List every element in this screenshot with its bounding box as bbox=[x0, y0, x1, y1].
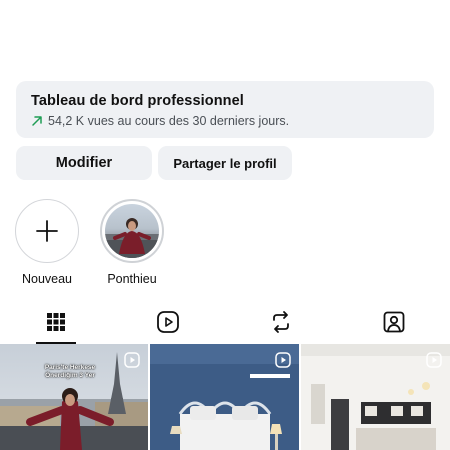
tab-tagged[interactable] bbox=[374, 303, 414, 341]
profile-content-tabs bbox=[0, 303, 450, 344]
post-thumbnail-bedroom[interactable] bbox=[150, 344, 299, 450]
professional-dashboard-card[interactable]: Tableau de bord professionnel 54,2 K vue… bbox=[16, 81, 434, 138]
dashboard-stats: 54,2 K vues au cours des 30 derniers jou… bbox=[31, 114, 419, 128]
highlight-ring[interactable] bbox=[100, 199, 164, 263]
tagged-icon bbox=[383, 311, 405, 333]
edit-profile-button[interactable]: Modifier bbox=[16, 146, 152, 180]
post-thumbnail-apartment[interactable] bbox=[301, 344, 450, 450]
reel-icon bbox=[275, 352, 291, 368]
trend-up-arrow-icon bbox=[31, 115, 43, 127]
reels-icon bbox=[157, 311, 179, 333]
reel-icon bbox=[426, 352, 442, 368]
story-cover-image bbox=[105, 204, 159, 258]
new-highlight-circle[interactable] bbox=[15, 199, 79, 263]
dashboard-title: Tableau de bord professionnel bbox=[31, 93, 244, 109]
reel-icon bbox=[124, 352, 140, 368]
highlight-new[interactable]: Nouveau bbox=[14, 199, 80, 286]
highlight-label-ponthieu: Ponthieu bbox=[107, 272, 157, 286]
post-caption-overlay: Paris'te Herkese Önerdiğim 3 Yer bbox=[44, 364, 96, 380]
dashboard-stats-text: 54,2 K vues au cours des 30 derniers jou… bbox=[48, 114, 290, 128]
tab-reels[interactable] bbox=[148, 303, 188, 341]
posts-grid: Paris'te Herkese Önerdiğim 3 Yer bbox=[0, 344, 450, 450]
tab-reposts[interactable] bbox=[261, 303, 301, 341]
repost-icon bbox=[273, 311, 289, 333]
post-thumbnail-paris[interactable]: Paris'te Herkese Önerdiğim 3 Yer bbox=[0, 344, 148, 450]
share-profile-button[interactable]: Partager le profil bbox=[158, 146, 292, 180]
tab-posts-grid[interactable] bbox=[36, 303, 76, 341]
plus-icon bbox=[36, 220, 58, 242]
grid-icon bbox=[47, 313, 65, 331]
highlight-ponthieu[interactable]: Ponthieu bbox=[99, 199, 165, 286]
highlight-label-new: Nouveau bbox=[21, 272, 73, 286]
